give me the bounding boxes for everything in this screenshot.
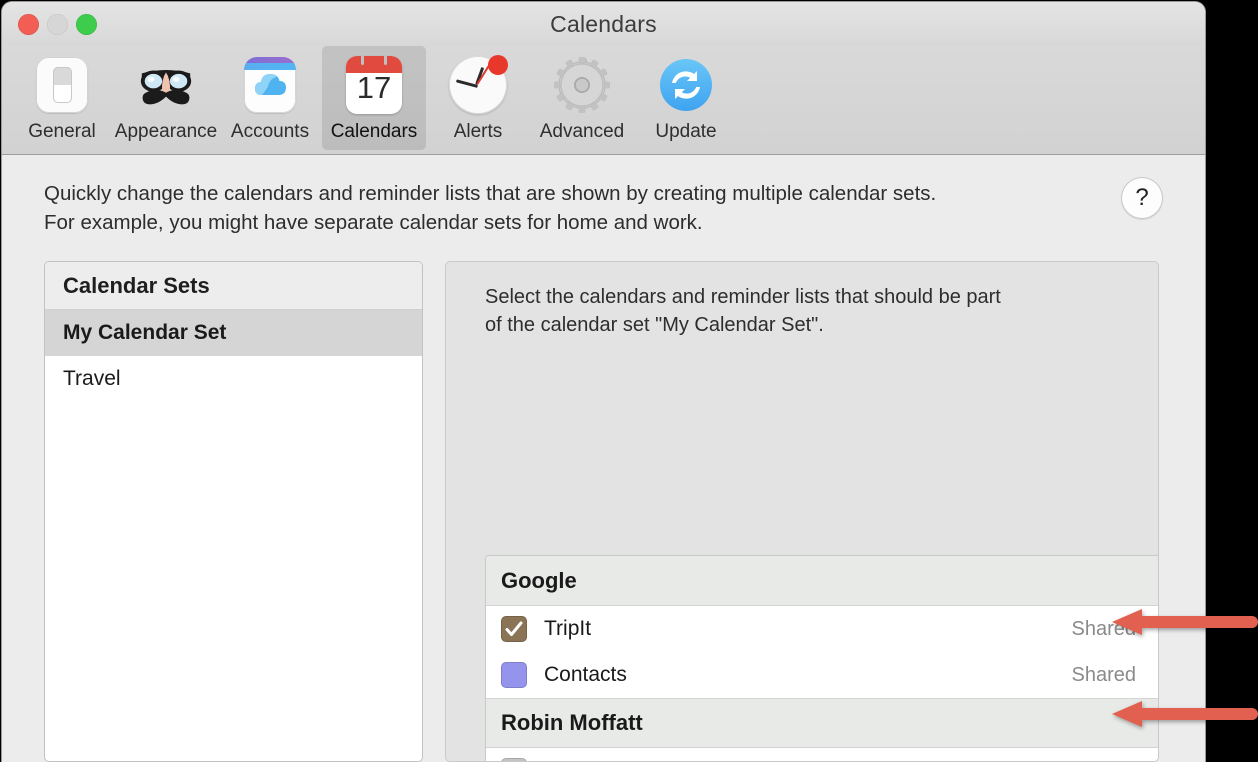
calendar-row-contacts[interactable]: Contacts Shared [486, 652, 1158, 698]
toolbar-item-calendars[interactable]: 17 Calendars [322, 46, 426, 150]
calendar-list[interactable]: Google TripIt Shared Contacts Shared Rob… [485, 555, 1158, 761]
calendar-set-label: Travel [63, 367, 121, 391]
calendar-shared-badge: Shared [1072, 664, 1137, 687]
calendar-shared-badge: Shared [1072, 760, 1137, 762]
toolbar-item-update[interactable]: Update [634, 46, 738, 150]
toolbar-item-advanced[interactable]: Advanced [530, 46, 634, 150]
calendar-group-header-robin-moffatt: Robin Moffatt [486, 698, 1158, 748]
clock-badge-icon [448, 55, 508, 115]
icloud-icon [240, 55, 300, 115]
calendar-icon: 17 [344, 55, 404, 115]
instruction-line-1: Select the calendars and reminder lists … [485, 283, 1134, 311]
calendar-row-company-calendar[interactable]: Company Calendar Shared [486, 748, 1158, 761]
description-line-1: Quickly change the calendars and reminde… [44, 179, 1084, 208]
toolbar-label-appearance: Appearance [115, 121, 217, 143]
toolbar-label-accounts: Accounts [231, 121, 309, 143]
calendar-group-header-google: Google [486, 556, 1158, 606]
calendar-row-tripit[interactable]: TripIt Shared [486, 606, 1158, 652]
description-line-2: For example, you might have separate cal… [44, 208, 1084, 237]
calendar-picker-instruction: Select the calendars and reminder lists … [446, 262, 1158, 339]
calendar-checkbox[interactable] [501, 758, 527, 761]
toolbar-label-update: Update [655, 121, 716, 143]
calendar-set-label: My Calendar Set [63, 321, 226, 345]
calendar-set-item-travel[interactable]: Travel [45, 356, 422, 402]
toolbar-label-advanced: Advanced [540, 121, 625, 143]
window-titlebar: Calendars [2, 2, 1205, 46]
toolbar-label-general: General [28, 121, 96, 143]
toolbar-item-alerts[interactable]: Alerts [426, 46, 530, 150]
preferences-toolbar: General Appearance [2, 46, 1205, 155]
calendar-sets-panel: Calendar Sets My Calendar Set Travel [44, 261, 423, 762]
calendar-checkbox[interactable] [501, 616, 527, 642]
calendar-name: Contacts [544, 663, 1072, 687]
toolbar-label-calendars: Calendars [331, 121, 418, 143]
calendar-checkbox[interactable] [501, 662, 527, 688]
toggle-switch-icon [32, 55, 92, 115]
calendar-name: TripIt [544, 617, 1072, 641]
calendar-shared-badge: Shared [1072, 618, 1137, 641]
instruction-line-2: of the calendar set "My Calendar Set". [485, 311, 1134, 339]
calendar-name: Company Calendar [544, 759, 1072, 761]
disguise-glasses-icon [136, 55, 196, 115]
calendar-sets-header: Calendar Sets [45, 262, 422, 310]
toolbar-label-alerts: Alerts [454, 121, 503, 143]
toolbar-item-general[interactable]: General [10, 46, 114, 150]
calendar-picker-panel: Select the calendars and reminder lists … [445, 261, 1159, 762]
help-button[interactable]: ? [1121, 177, 1163, 219]
question-mark-icon: ? [1135, 184, 1148, 212]
gear-icon [552, 55, 612, 115]
refresh-circle-icon [656, 55, 716, 115]
toolbar-item-appearance[interactable]: Appearance [114, 46, 218, 150]
description-text: Quickly change the calendars and reminde… [44, 179, 1084, 237]
toolbar-item-accounts[interactable]: Accounts [218, 46, 322, 150]
window-title: Calendars [2, 11, 1205, 38]
preferences-content: Quickly change the calendars and reminde… [2, 155, 1205, 762]
preferences-window: Calendars General [2, 2, 1205, 762]
calendar-set-item-my-calendar-set[interactable]: My Calendar Set [45, 310, 422, 356]
